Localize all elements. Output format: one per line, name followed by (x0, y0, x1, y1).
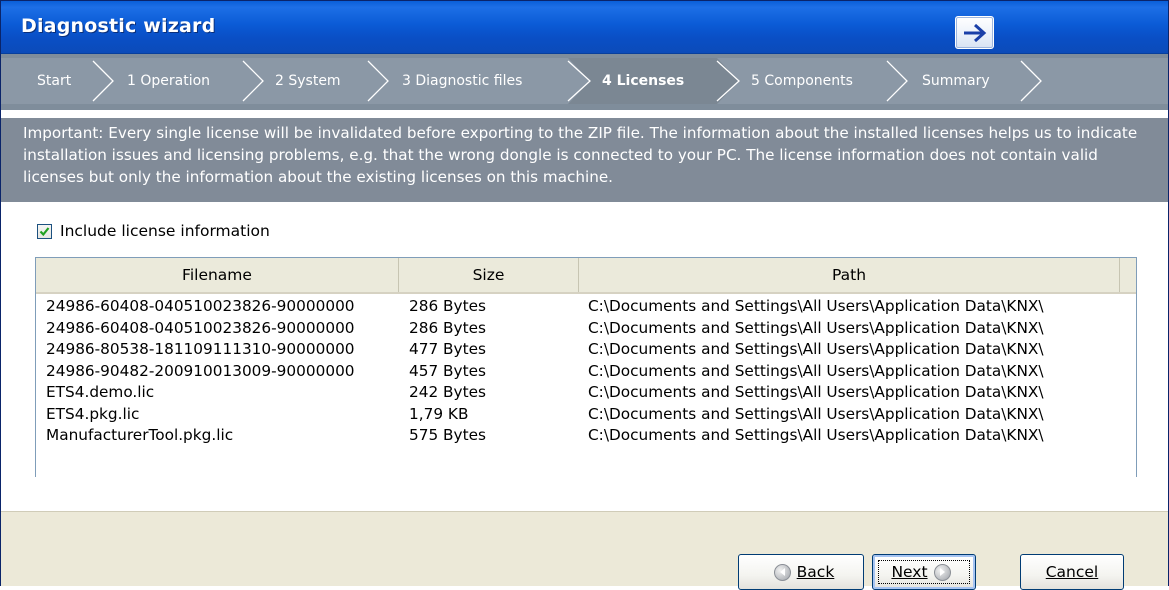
next-arrow-icon (933, 563, 951, 581)
list-header: Filename Size Path (36, 258, 1136, 294)
next-button-label: Next (891, 563, 928, 581)
breadcrumb-components[interactable]: 5 Components (751, 68, 853, 94)
button-footer: Back Next Cancel (1, 511, 1168, 590)
cell-path: C:\Documents and Settings\All Users\Appl… (588, 426, 1044, 444)
next-button[interactable]: Next (872, 554, 976, 590)
cell-size: 575 Bytes (409, 426, 486, 444)
cell-path: C:\Documents and Settings\All Users\Appl… (588, 383, 1044, 401)
wizard-window: Diagnostic wizard Start 1 Operation 2 Sy… (0, 0, 1169, 590)
cell-size: 477 Bytes (409, 340, 486, 358)
include-license-row[interactable]: Include license information (37, 222, 270, 240)
include-license-label: Include license information (60, 222, 270, 240)
title-forward-button[interactable] (955, 16, 994, 49)
checkmark-icon (39, 226, 50, 236)
cell-filename: 24986-60408-040510023826-90000000 (46, 318, 355, 337)
breadcrumb: Start 1 Operation 2 System 3 Diagnostic … (1, 54, 1168, 110)
arrow-right-icon (964, 23, 987, 43)
cell-filename: 24986-80538-181109111310-90000000 (46, 340, 355, 358)
license-list[interactable]: Filename Size Path 24986-60408-040510023… (35, 257, 1137, 494)
cell-filename: 24986-60408-040510023826-90000000 (46, 297, 355, 315)
table-row[interactable]: ETS4.demo.lic 242 Bytes C:\Documents and S… (36, 382, 1136, 403)
table-row[interactable]: ManufacturerTool.pkg.lic 575 Bytes C:\Docu… (36, 425, 1136, 446)
cell-filename: 24986-90482-200910013009-90000000 (46, 361, 355, 380)
cell-path: C:\Documents and Settings\All Users\Appl… (588, 318, 1044, 337)
content-bottom-space (1, 477, 1168, 511)
breadcrumb-system[interactable]: 2 System (275, 68, 341, 94)
window-title: Diagnostic wizard (21, 15, 216, 37)
include-license-checkbox[interactable] (37, 223, 52, 239)
column-header-size[interactable]: Size (399, 258, 579, 292)
breadcrumb-operation[interactable]: 1 Operation (127, 68, 210, 94)
back-arrow-icon (773, 563, 791, 581)
cancel-button[interactable]: Cancel (1020, 554, 1124, 590)
cell-path: C:\Documents and Settings\All Users\Appl… (588, 340, 1044, 358)
table-row[interactable]: 24986-60408-040510023826-90000000 286 Byt… (36, 318, 1136, 339)
breadcrumb-diagnostic-files[interactable]: 3 Diagnostic files (402, 68, 522, 94)
cell-size: 1,79 KB (409, 404, 469, 423)
info-panel: Important: Every single license will be … (1, 118, 1168, 202)
breadcrumb-summary[interactable]: Summary (922, 68, 990, 94)
cell-path: C:\Documents and Settings\All Users\Appl… (588, 361, 1044, 380)
cell-size: 457 Bytes (409, 361, 486, 380)
table-row[interactable]: ETS4.pkg.lic 1,79 KB C:\Documents and Sett… (36, 404, 1136, 425)
title-bar: Diagnostic wizard (1, 1, 1168, 54)
breadcrumb-licenses[interactable]: 4 Licenses (602, 68, 684, 94)
cell-path: C:\Documents and Settings\All Users\Appl… (588, 297, 1044, 315)
cell-path: C:\Documents and Settings\All Users\Appl… (588, 404, 1044, 423)
cell-filename: ETS4.pkg.lic (46, 404, 140, 423)
breadcrumb-start[interactable]: Start (37, 68, 71, 94)
info-text: Important: Every single license will be … (23, 124, 1138, 186)
table-row[interactable]: 24986-80538-181109111310-90000000 477 Byt… (36, 339, 1136, 360)
cell-size: 286 Bytes (409, 318, 486, 337)
cell-filename: ETS4.demo.lic (46, 383, 155, 401)
cell-size: 286 Bytes (409, 297, 486, 315)
column-header-filename[interactable]: Filename (36, 258, 399, 292)
back-button[interactable]: Back (738, 554, 864, 590)
content-area: Include license information Filename Siz… (1, 202, 1168, 494)
cell-size: 242 Bytes (409, 383, 486, 401)
cancel-button-label: Cancel (1045, 563, 1099, 581)
column-header-path[interactable]: Path (579, 258, 1120, 292)
back-button-label: Back (796, 563, 835, 581)
table-row[interactable]: 24986-60408-040510023826-90000000 286 Byt… (36, 296, 1136, 317)
cell-filename: ManufacturerTool.pkg.lic (46, 426, 234, 444)
table-row[interactable]: 24986-90482-200910013009-90000000 457 Byt… (36, 361, 1136, 382)
